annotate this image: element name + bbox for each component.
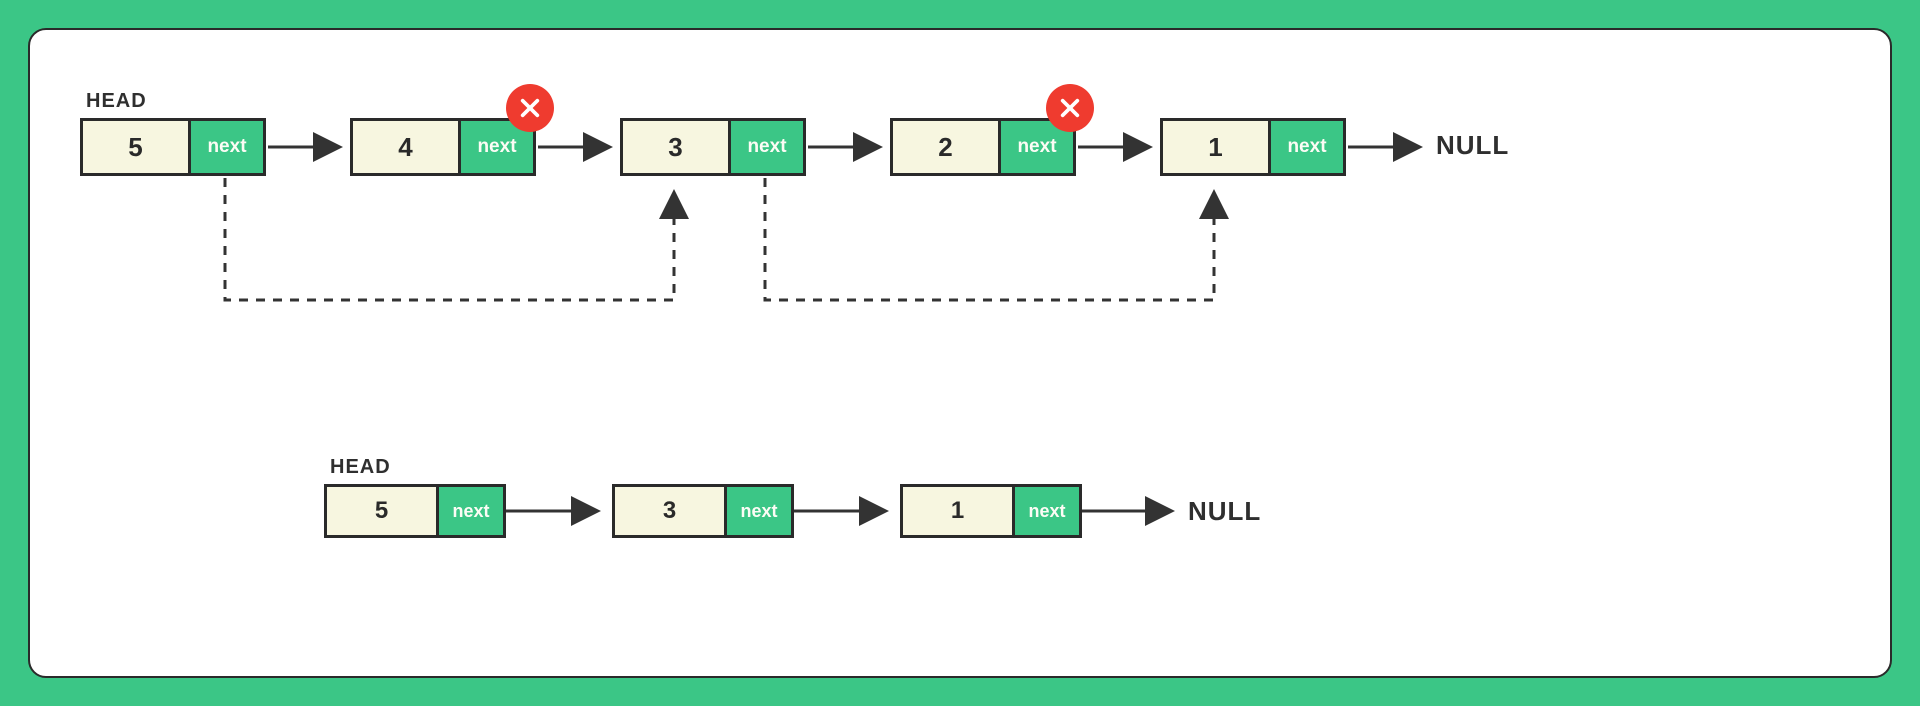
top-node-2: 4 next [350, 118, 536, 176]
top-node-4: 2 next [890, 118, 1076, 176]
delete-badge-node-4 [1046, 84, 1094, 132]
bottom-node-1: 5 next [324, 484, 506, 538]
top-node-1: 5 next [80, 118, 266, 176]
node-next-label: next [731, 121, 803, 173]
null-label-bottom: NULL [1188, 496, 1261, 527]
bottom-node-2: 3 next [612, 484, 794, 538]
node-value: 3 [623, 121, 731, 173]
node-value: 5 [327, 487, 439, 535]
node-next-label: next [191, 121, 263, 173]
node-value: 4 [353, 121, 461, 173]
node-next-label: next [1015, 487, 1079, 535]
head-label-top: HEAD [86, 90, 147, 113]
diagram-panel: HEAD 5 next 4 next 3 next 2 next 1 next … [28, 28, 1892, 678]
node-value: 2 [893, 121, 1001, 173]
top-node-5: 1 next [1160, 118, 1346, 176]
node-value: 1 [1163, 121, 1271, 173]
close-icon [519, 97, 541, 119]
top-node-3: 3 next [620, 118, 806, 176]
node-next-label: next [1271, 121, 1343, 173]
null-label-top: NULL [1436, 130, 1509, 161]
node-next-label: next [727, 487, 791, 535]
bottom-node-3: 1 next [900, 484, 1082, 538]
head-label-bottom: HEAD [330, 456, 391, 479]
node-value: 3 [615, 487, 727, 535]
close-icon [1059, 97, 1081, 119]
node-next-label: next [439, 487, 503, 535]
node-value: 5 [83, 121, 191, 173]
delete-badge-node-2 [506, 84, 554, 132]
node-value: 1 [903, 487, 1015, 535]
